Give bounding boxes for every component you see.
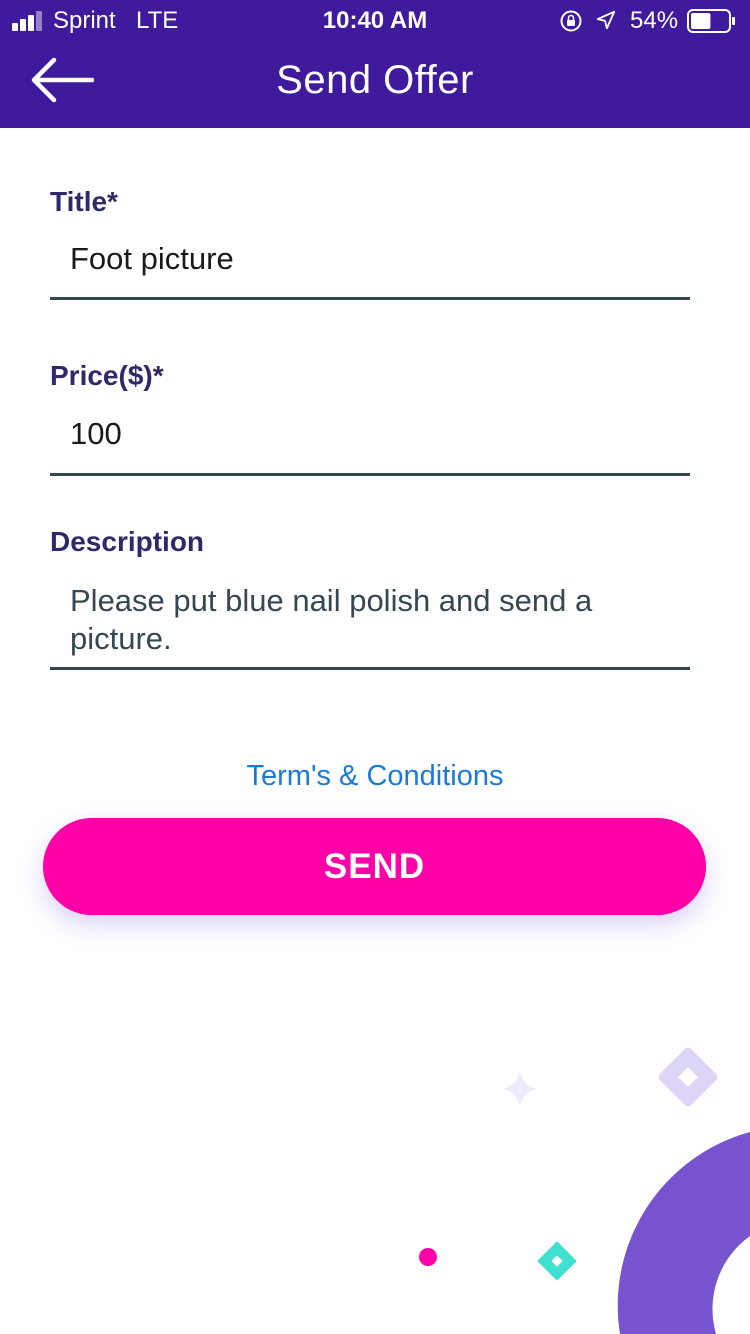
- description-input[interactable]: Please put blue nail polish and send a p…: [50, 572, 690, 670]
- title-input[interactable]: [50, 220, 690, 300]
- rotation-lock-icon: [560, 10, 582, 32]
- terms-conditions-link[interactable]: Term's & Conditions: [0, 760, 750, 793]
- price-label: Price($)*: [50, 360, 164, 391]
- pink-dot-icon: [419, 1248, 437, 1266]
- diamond-teal-icon: [538, 1242, 576, 1280]
- decorative-shapes: [419, 1047, 750, 1334]
- status-bar: Sprint LTE 10:40 AM 54%: [0, 0, 750, 40]
- diamond-lavender-icon: [658, 1047, 718, 1107]
- description-label: Description: [50, 526, 205, 557]
- sparkle-icon: [502, 1072, 538, 1106]
- title-label: Title*: [50, 186, 118, 217]
- purple-arc-shape: [617, 1132, 750, 1334]
- app-header: Sprint LTE 10:40 AM 54% Send Offer: [0, 0, 750, 128]
- title-field: Title*: [50, 186, 690, 300]
- battery-icon: [687, 9, 735, 33]
- price-field: Price($)*: [50, 360, 690, 476]
- location-arrow-icon: [596, 10, 616, 30]
- description-field: Description Please put blue nail polish …: [50, 526, 690, 670]
- page-title: Send Offer: [276, 58, 474, 102]
- price-input[interactable]: [50, 394, 690, 476]
- nav-bar: Send Offer: [0, 40, 750, 128]
- send-button[interactable]: SEND: [43, 818, 706, 915]
- battery-percentage: 54%: [630, 7, 679, 34]
